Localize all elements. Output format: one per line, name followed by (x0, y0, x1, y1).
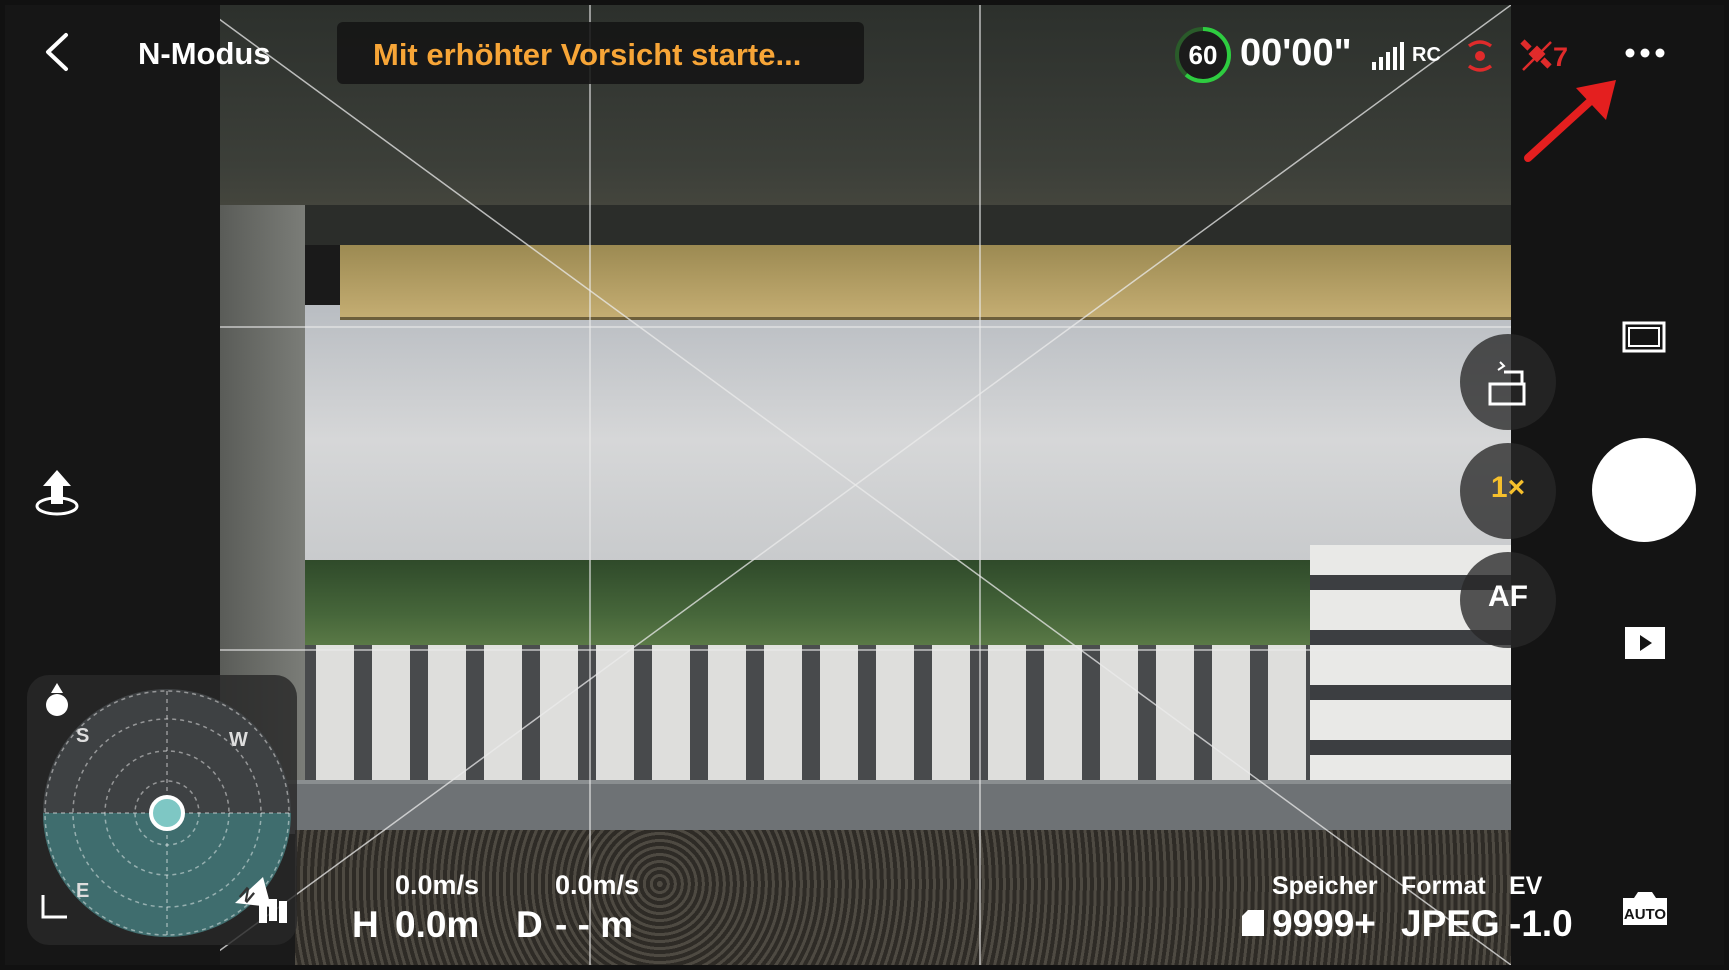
aspect-ratio-icon[interactable] (1621, 320, 1667, 354)
sd-card-icon (1242, 910, 1264, 936)
height-label: H (352, 904, 379, 945)
shutter-button[interactable] (1592, 438, 1696, 542)
camera-switch-icon (1488, 361, 1526, 406)
radar-label-w: W (229, 729, 248, 751)
satellite-icon[interactable] (1519, 38, 1555, 74)
distance-value: - - m (555, 904, 634, 945)
storage-value: 9999+ (1272, 903, 1376, 944)
signal-icon (1372, 42, 1404, 70)
back-icon[interactable] (40, 32, 76, 72)
format-value: JPEG (1401, 903, 1500, 944)
rc-label: RC (1412, 44, 1441, 66)
map-icon[interactable] (259, 899, 287, 923)
battery-percentage: 60 (1188, 40, 1218, 70)
more-icon[interactable] (1620, 38, 1670, 68)
horizontal-speed: 0.0m/s (395, 870, 480, 900)
home-point-icon (51, 683, 63, 693)
satellite-count: 7 (1553, 42, 1569, 72)
attitude-radar[interactable]: S W E N (27, 675, 297, 945)
autofocus-button[interactable]: AF (1460, 552, 1556, 648)
status-warning-bar[interactable]: Mit erhöhter Vorsicht starte... (337, 22, 864, 84)
flight-mode-label[interactable]: N-Modus (138, 36, 271, 72)
annotation-arrow (1524, 80, 1616, 162)
zoom-button[interactable]: 1× (1460, 443, 1556, 539)
vision-sensor-icon[interactable] (1465, 38, 1495, 74)
radar-label-s: S (76, 725, 90, 747)
distance-label: D (516, 904, 543, 945)
format-label: Format (1401, 872, 1486, 900)
camera-switch-button[interactable] (1460, 334, 1556, 430)
zoom-level: 1× (1490, 471, 1526, 504)
vertical-speed: 0.0m/s (555, 870, 640, 900)
takeoff-icon[interactable] (28, 468, 86, 518)
warning-text: Mit erhöhter Vorsicht starte... (373, 37, 802, 72)
ev-value: -1.0 (1509, 903, 1573, 944)
ev-label: EV (1509, 872, 1543, 900)
radar-label-e: E (76, 880, 90, 902)
svg-text:AUTO: AUTO (1624, 906, 1667, 923)
flight-timer: 00'00" (1240, 32, 1352, 74)
auto-mode-icon[interactable]: AUTO (1620, 888, 1670, 928)
playback-icon[interactable] (1624, 626, 1666, 660)
composition-grid (220, 5, 1511, 965)
storage-label: Speicher (1272, 872, 1378, 900)
focus-mode: AF (1488, 580, 1528, 613)
height-value: 0.0m (395, 904, 480, 945)
